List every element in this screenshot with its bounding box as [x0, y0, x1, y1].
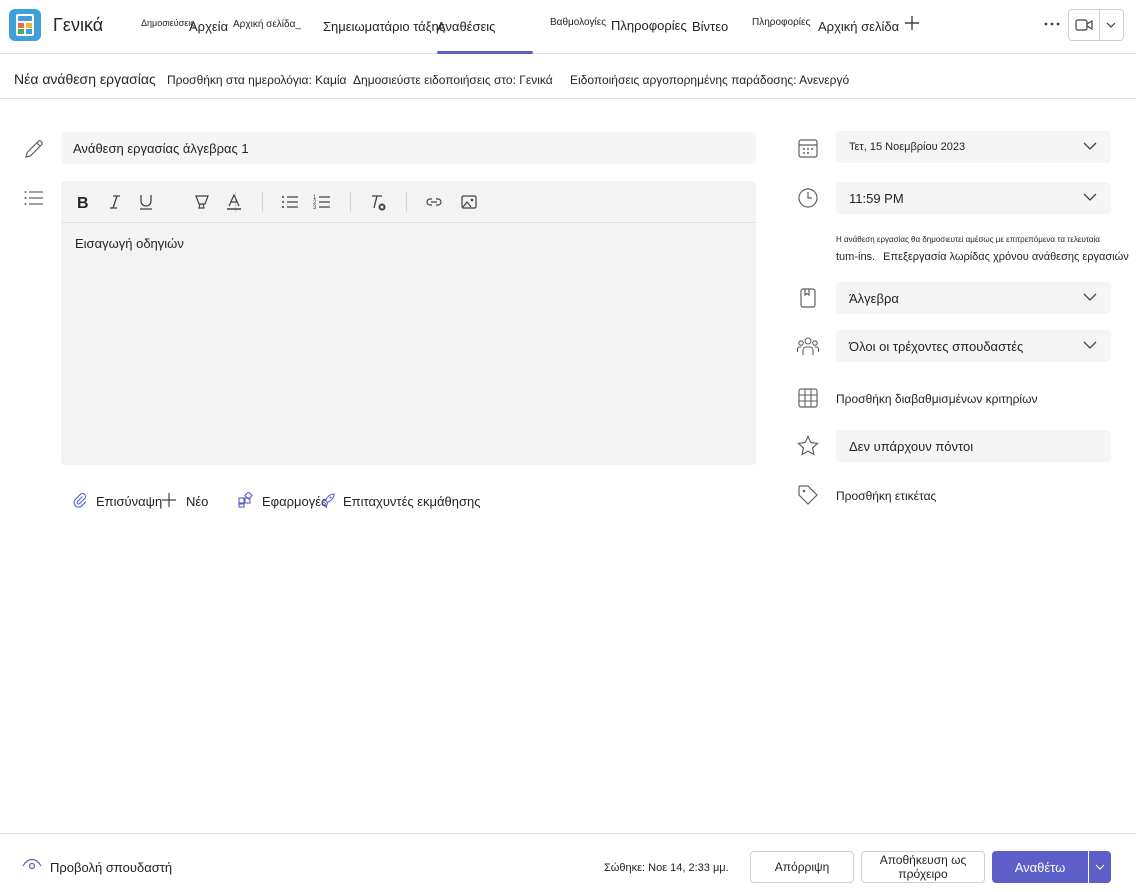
svg-text:B: B: [77, 195, 89, 212]
assign-button[interactable]: Αναθέτω: [992, 851, 1088, 883]
apps-label: Εφαρμογές: [262, 494, 328, 509]
tab-assignments[interactable]: Αναθέσεις: [437, 19, 495, 34]
add-rubric-link[interactable]: Προσθήκη διαβαθμισμένων κριτηρίων: [836, 392, 1037, 406]
post-notifications-setting[interactable]: Δημοσιεύστε ειδοποιήσεις στο: Γενικά: [353, 73, 553, 87]
page-title: Νέα ανάθεση εργασίας: [14, 71, 156, 87]
tab-info-1[interactable]: Πληροφορίες: [611, 18, 687, 33]
footer-bar: Προβολή σπουδαστή Σώθηκε: Νοε 14, 2:33 μ…: [0, 833, 1136, 892]
paperclip-icon: [73, 492, 87, 508]
tab-class-notebook[interactable]: Σημειωματάριο τάξης: [323, 19, 445, 34]
font-color-icon[interactable]: [224, 192, 244, 212]
instructions-editor[interactable]: B 123 Εισαγωγή οδηγιών: [61, 181, 756, 465]
saved-timestamp: Σώθηκε: Νοε 14, 2:33 μμ.: [604, 862, 729, 874]
clear-formatting-icon[interactable]: [368, 192, 388, 212]
instructions-placeholder: Εισαγωγή οδηγιών: [75, 236, 184, 251]
calendar-icon: [798, 139, 818, 158]
assignment-subheader: Νέα ανάθεση εργασίας Προσθήκη στα ημερολ…: [0, 55, 1136, 99]
calculator-app-icon[interactable]: [9, 9, 41, 41]
category-dropdown[interactable]: Άλγεβρα: [836, 282, 1111, 314]
students-dropdown[interactable]: Όλοι οι τρέχοντες σπουδαστές: [836, 330, 1111, 362]
attach-label: Επισύναψη: [96, 494, 163, 509]
underline-icon[interactable]: [136, 192, 156, 212]
learning-accelerators-label: Επιταχυντές εκμάθησης: [343, 494, 481, 509]
eye-icon: [22, 858, 42, 870]
insert-image-icon[interactable]: [459, 192, 479, 212]
star-icon: [797, 435, 819, 456]
pencil-icon: [25, 140, 43, 158]
more-options-icon[interactable]: [1040, 15, 1064, 33]
channel-title: Γενικά: [53, 15, 104, 35]
chevron-down-icon: [1083, 142, 1097, 150]
category-value: Άλγεβρα: [849, 291, 899, 306]
formatting-toolbar: B 123: [61, 181, 756, 223]
tab-home-page-2[interactable]: Αρχική σελίδα: [818, 19, 899, 34]
edit-timeline-link[interactable]: Επεξεργασία λωρίδας χρόνου ανάθεσης εργα…: [883, 251, 1129, 263]
chevron-down-icon: [1083, 293, 1097, 301]
tab-home-page-1[interactable]: Αρχική σελίδα_: [233, 19, 301, 30]
bulleted-list-icon[interactable]: [280, 192, 300, 212]
discard-button[interactable]: Απόρριψη: [750, 851, 854, 883]
active-tab-indicator: [437, 51, 533, 54]
add-to-calendars-setting[interactable]: Προσθήκη στα ημερολόγια: Καμία: [167, 73, 346, 87]
student-preview-label: Προβολή σπουδαστή: [50, 860, 173, 875]
tab-info-2[interactable]: Πληροφορίες: [752, 17, 810, 28]
due-date-value: Τετ, 15 Νοεμβρίου 2023: [849, 141, 966, 153]
late-turn-in-notifications-setting[interactable]: Ειδοποιήσεις αργοπορημένης παράδοσης: Αν…: [570, 73, 849, 87]
meet-button[interactable]: [1068, 9, 1124, 41]
chevron-down-icon: [1083, 341, 1097, 349]
add-tag-link[interactable]: Προσθήκη ετικέτας: [836, 489, 936, 503]
bold-icon[interactable]: B: [73, 192, 93, 212]
schedule-note-prefix: tum-ins.: [836, 251, 876, 263]
new-label: Νέο: [186, 494, 209, 509]
points-field[interactable]: Δεν υπάρχουν πόντοι: [836, 430, 1111, 462]
top-header: Γενικά Δημοσιεύσεις Αρχεία Αρχική σελίδα…: [0, 0, 1136, 54]
students-group-icon: [796, 337, 820, 355]
tab-files[interactable]: Αρχεία: [189, 19, 228, 34]
notebook-icon: [800, 288, 816, 308]
assignment-title-input[interactable]: [61, 132, 756, 164]
schedule-note: Η ανάθεση εργασίας θα δημοσιευτεί αμέσως…: [836, 235, 1100, 244]
numbered-list-icon[interactable]: 123: [312, 192, 332, 212]
save-draft-button[interactable]: Αποθήκευση ως πρόχειρο: [861, 851, 985, 883]
chevron-down-icon: [1083, 193, 1097, 201]
svg-text:3: 3: [313, 205, 317, 211]
due-time-dropdown[interactable]: 11:59 PM: [836, 182, 1111, 214]
plus-icon: [162, 493, 176, 507]
apps-grid-icon: [238, 492, 253, 508]
tab-video[interactable]: Βίντεο: [692, 19, 728, 34]
due-date-dropdown[interactable]: Τετ, 15 Νοεμβρίου 2023: [836, 131, 1111, 163]
rocket-icon: [321, 493, 335, 507]
chevron-down-icon: [1095, 864, 1105, 870]
highlighter-icon[interactable]: [192, 192, 212, 212]
chevron-down-icon: [1106, 22, 1116, 28]
tab-grades[interactable]: Βαθμολογίες: [550, 17, 606, 28]
rubric-grid-icon: [798, 388, 818, 408]
points-value: Δεν υπάρχουν πόντοι: [849, 439, 974, 454]
schedule-note-line2: tum-ins. Επεξεργασία λωρίδας χρόνου ανάθε…: [836, 251, 1129, 263]
add-tab-plus-icon[interactable]: [902, 13, 922, 33]
students-value: Όλοι οι τρέχοντες σπουδαστές: [849, 339, 1024, 354]
tab-posts[interactable]: Δημοσιεύσεις: [141, 18, 195, 28]
link-icon[interactable]: [424, 192, 444, 212]
italic-icon[interactable]: [105, 192, 125, 212]
assign-options-button[interactable]: [1089, 851, 1111, 883]
due-time-value: 11:59 PM: [849, 191, 904, 206]
tag-icon: [798, 485, 818, 505]
clock-icon: [798, 188, 818, 208]
instructions-list-icon: [24, 191, 43, 205]
video-camera-icon: [1075, 19, 1093, 31]
